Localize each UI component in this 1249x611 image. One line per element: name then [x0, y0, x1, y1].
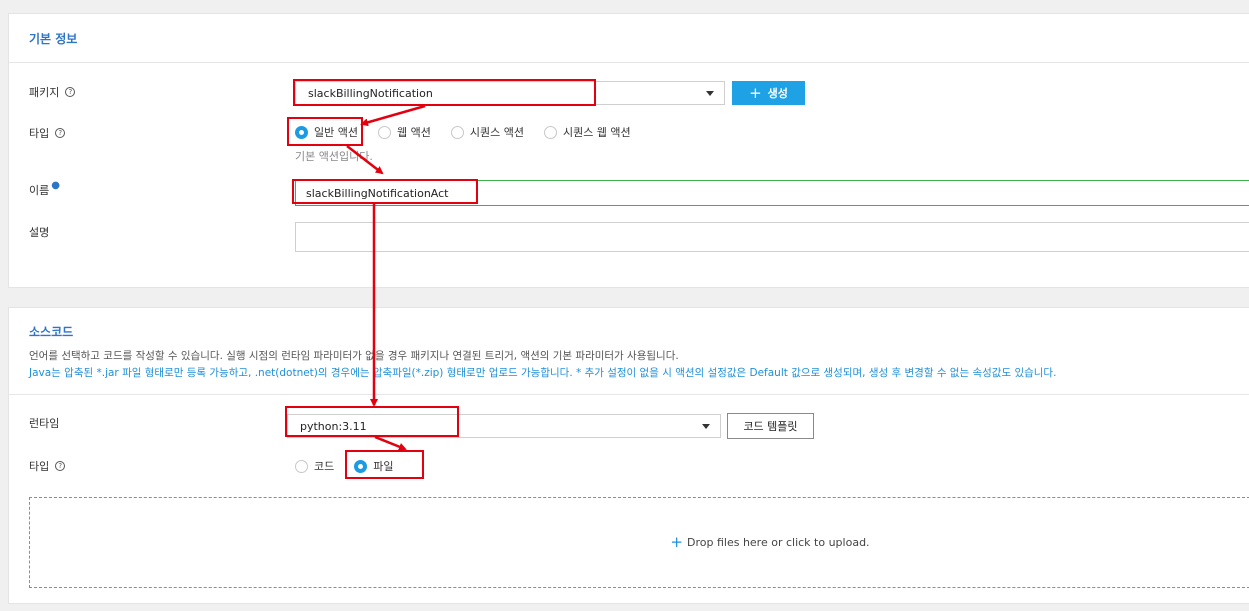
radio-checked-icon — [295, 125, 308, 139]
runtime-label-text: 런타임 — [29, 417, 60, 430]
radio-label: 시퀀스 웹 액션 — [562, 126, 631, 139]
package-select[interactable]: slackBillingNotification — [295, 81, 725, 105]
name-input[interactable]: slackBillingNotificationAct — [295, 180, 1249, 206]
name-label: 이름 ● — [29, 179, 60, 198]
plus-icon: + — [670, 533, 683, 551]
action-type-radio-group: 일반 액션 웹 액션 시퀀스 액션 시퀀스 웹 액션 — [295, 124, 651, 140]
source-code-section: 소스코드 언어를 선택하고 코드를 작성할 수 있습니다. 실행 시점의 런타임… — [8, 307, 1249, 604]
radio-sequence-action[interactable]: 시퀀스 액션 — [450, 124, 524, 140]
description-label-text: 설명 — [29, 226, 50, 239]
radio-label: 파일 — [373, 460, 394, 473]
section-divider — [9, 394, 1249, 395]
radio-label: 시퀀스 액션 — [469, 126, 524, 139]
action-type-helper: 기본 액션입니다. — [295, 150, 373, 163]
code-template-button[interactable]: 코드 템플릿 — [727, 413, 814, 439]
code-type-label-text: 타입 — [29, 460, 50, 473]
create-package-button[interactable]: + 생성 — [732, 81, 805, 105]
plus-icon: + — [749, 83, 762, 102]
description-label: 설명 — [29, 224, 49, 240]
code-type-radio-group: 코드 파일 — [295, 458, 414, 474]
radio-normal-action[interactable]: 일반 액션 — [295, 124, 358, 140]
basic-info-title: 기본 정보 — [29, 32, 78, 46]
radio-unchecked-icon — [543, 125, 557, 139]
source-code-notice: Java는 압축된 *.jar 파일 형태로만 등록 가능하고, .net(do… — [29, 367, 1057, 379]
file-upload-dropzone[interactable]: + Drop files here or click to upload. — [29, 497, 1249, 588]
runtime-select-value: python:3.11 — [300, 419, 367, 433]
required-indicator: ● — [51, 179, 60, 191]
action-type-label: 타입 ? — [29, 125, 66, 141]
action-type-label-text: 타입 — [29, 127, 50, 140]
package-select-value: slackBillingNotification — [308, 86, 433, 100]
chevron-down-icon — [702, 424, 710, 429]
name-label-text: 이름 — [29, 184, 50, 197]
radio-label: 일반 액션 — [314, 126, 358, 139]
name-input-value: slackBillingNotificationAct — [306, 186, 449, 200]
code-type-label: 타입 ? — [29, 458, 66, 474]
package-label-text: 패키지 — [29, 86, 60, 99]
source-code-title: 소스코드 — [29, 325, 74, 339]
radio-unchecked-icon — [377, 125, 391, 139]
source-code-description: 언어를 선택하고 코드를 작성할 수 있습니다. 실행 시점의 런타임 파라미터… — [29, 350, 679, 362]
radio-label: 웹 액션 — [396, 126, 431, 139]
section-divider — [9, 62, 1249, 63]
radio-checked-icon — [354, 459, 368, 473]
description-input[interactable] — [295, 222, 1249, 252]
radio-code[interactable]: 코드 — [295, 458, 334, 474]
radio-unchecked-icon — [295, 459, 308, 473]
help-icon[interactable]: ? — [55, 128, 66, 138]
help-icon[interactable]: ? — [65, 87, 76, 97]
runtime-label: 런타임 — [29, 415, 59, 431]
help-icon[interactable]: ? — [55, 461, 66, 471]
radio-label: 코드 — [314, 460, 335, 473]
chevron-down-icon — [706, 91, 714, 96]
radio-unchecked-icon — [450, 125, 464, 139]
dropzone-text: Drop files here or click to upload. — [687, 536, 870, 549]
basic-info-section: 기본 정보 패키지 ? slackBillingNotification + 생… — [8, 13, 1249, 288]
create-button-label: 생성 — [767, 87, 788, 100]
package-label: 패키지 ? — [29, 84, 76, 100]
radio-web-action[interactable]: 웹 액션 — [377, 124, 431, 140]
radio-sequence-web-action[interactable]: 시퀀스 웹 액션 — [543, 124, 631, 140]
radio-file[interactable]: 파일 — [354, 458, 394, 474]
runtime-select[interactable]: python:3.11 — [287, 414, 721, 438]
